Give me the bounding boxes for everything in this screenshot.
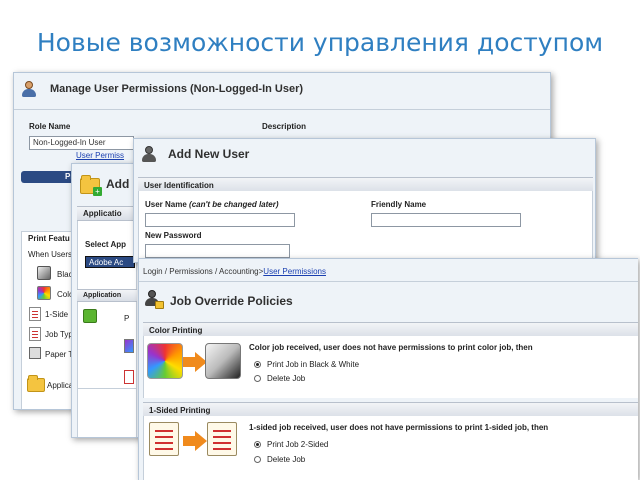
when-users-label: When Users (28, 250, 73, 259)
color-printing-message: Color job received, user does not have p… (249, 343, 533, 352)
role-name-field[interactable]: Non-Logged-In User (29, 136, 134, 150)
role-name-label: Role Name (29, 122, 71, 131)
breadcrumb-path: Login / Permissions / Accounting> (143, 267, 264, 276)
user-icon (20, 80, 38, 98)
add-new-user-window: Add New User User Identification User Na… (133, 138, 596, 263)
application-section-header: Applicatio (77, 206, 137, 221)
job-override-window: Login / Permissions / Accounting>User Pe… (138, 258, 638, 480)
two-sided-document-icon (207, 422, 237, 456)
lock-user-icon (143, 289, 165, 311)
add-new-user-title: Add New User (168, 147, 250, 161)
one-sided-icon (29, 307, 41, 321)
username-note: (can't be changed later) (189, 200, 279, 209)
print-black-white-radio[interactable] (254, 361, 261, 369)
black-white-printer-icon (205, 343, 241, 379)
one-sided-delete-job-option[interactable]: Delete Job (254, 455, 305, 464)
feature-item-paper: Paper T (45, 350, 74, 359)
description-label: Description (262, 122, 307, 131)
color-delete-job-radio[interactable] (254, 375, 261, 383)
feature-item-one-sided: 1-Side (45, 310, 69, 319)
username-label: User Name (can't be changed later) (145, 200, 279, 209)
job-override-title: Job Override Policies (170, 294, 293, 308)
color-delete-job-option[interactable]: Delete Job (254, 374, 305, 383)
breadcrumb: Login / Permissions / Accounting>User Pe… (143, 267, 326, 276)
application-sub-section-header: Application (77, 289, 137, 302)
job-type-icon (29, 327, 41, 341)
slide-title: Новые возможности управления доступом (36, 28, 604, 57)
color-icon (37, 286, 51, 300)
print-two-sided-radio[interactable] (254, 441, 261, 449)
select-application-label: Select App (85, 240, 127, 249)
feature-item-applications: Applica (47, 381, 74, 390)
friendly-name-input[interactable] (371, 213, 521, 227)
paper-icon (29, 347, 41, 359)
username-input[interactable] (145, 213, 295, 227)
user-permissions-link[interactable]: User Permiss (76, 151, 124, 160)
add-title: Add (106, 177, 130, 191)
print-features-label: Print Featu (28, 234, 70, 243)
manage-permissions-title: Manage User Permissions (Non-Logged-In U… (50, 83, 304, 95)
feature-item-job-type: Job Typ (45, 330, 73, 339)
breadcrumb-user-permissions-link[interactable]: User Permissions (263, 267, 326, 276)
print-black-white-option[interactable]: Print Job in Black & White (254, 360, 359, 369)
add-folder-icon: + (80, 175, 102, 196)
print-two-sided-option[interactable]: Print Job 2-Sided (254, 440, 328, 449)
applications-folder-icon (27, 375, 45, 392)
new-password-label: New Password (145, 231, 202, 240)
application-doc-icon-b (124, 370, 134, 384)
color-printer-icon (147, 343, 183, 379)
new-password-input[interactable] (145, 244, 290, 258)
one-sided-document-icon (149, 422, 179, 456)
application-green-icon (83, 309, 97, 323)
one-sided-printing-message: 1-sided job received, user does not have… (249, 423, 549, 432)
application-doc-icon-a (124, 339, 134, 353)
add-user-icon (140, 145, 158, 163)
one-sided-delete-job-radio[interactable] (254, 456, 261, 464)
friendly-name-label: Friendly Name (371, 200, 427, 209)
application-row-label: P (124, 314, 130, 323)
application-select[interactable]: Adobe Ac (85, 256, 135, 268)
black-icon (37, 266, 51, 280)
